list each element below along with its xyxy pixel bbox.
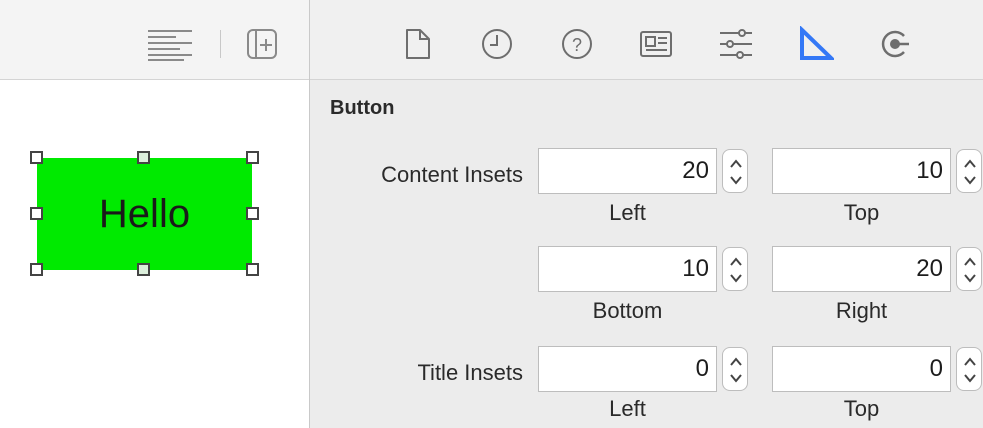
content-inset-top-field[interactable]: 10 — [772, 148, 951, 194]
content-inset-right-caption: Right — [835, 298, 888, 323]
canvas-hello-button[interactable]: Hello — [37, 158, 252, 270]
stepper-arrows-icon — [730, 159, 742, 185]
resize-handle-bottom[interactable] — [137, 263, 150, 276]
content-inset-top-stepper[interactable] — [956, 149, 982, 193]
history-inspector-icon[interactable] — [480, 27, 514, 61]
stepper-arrows-icon — [730, 257, 742, 283]
title-insets-label: Title Insets — [417, 360, 523, 385]
attributes-inspector-icon[interactable] — [718, 27, 754, 61]
content-inset-bottom-stepper[interactable] — [722, 247, 748, 291]
add-editor-icon[interactable] — [246, 28, 278, 60]
stepper-arrows-icon — [730, 357, 742, 383]
inspector-tab-bar: ? — [310, 0, 983, 80]
content-inset-bottom-caption: Bottom — [592, 298, 663, 323]
title-inset-top-stepper[interactable] — [956, 347, 982, 391]
title-inset-top-caption: Top — [843, 396, 880, 421]
svg-text:?: ? — [572, 35, 582, 55]
quick-help-icon[interactable]: ? — [560, 27, 594, 61]
size-inspector-icon[interactable] — [798, 26, 834, 62]
content-inset-left-caption: Left — [609, 200, 646, 225]
resize-handle-top[interactable] — [137, 151, 150, 164]
toolbar-separator — [220, 30, 221, 58]
resize-handle-bottom-left[interactable] — [30, 263, 43, 276]
content-inset-left-field[interactable]: 20 — [538, 148, 717, 194]
content-inset-top-caption: Top — [843, 200, 880, 225]
canvas-button-label: Hello — [98, 192, 191, 236]
title-inset-left-field[interactable]: 0 — [538, 346, 717, 392]
file-inspector-icon[interactable] — [403, 27, 433, 61]
title-inset-left-caption: Left — [609, 396, 646, 421]
stepper-arrows-icon — [964, 257, 976, 283]
content-inset-left-stepper[interactable] — [722, 149, 748, 193]
section-title: Button — [330, 97, 395, 119]
content-inset-right-stepper[interactable] — [956, 247, 982, 291]
editor-toolbar — [0, 0, 309, 80]
align-lines-icon[interactable] — [146, 28, 194, 62]
resize-handle-top-left[interactable] — [30, 151, 43, 164]
resize-handle-left[interactable] — [30, 207, 43, 220]
canvas-pane: Hello — [0, 0, 309, 428]
stepper-arrows-icon — [964, 357, 976, 383]
content-inset-right-field[interactable]: 20 — [772, 246, 951, 292]
stepper-arrows-icon — [964, 159, 976, 185]
resize-handle-bottom-right[interactable] — [246, 263, 259, 276]
connections-inspector-icon[interactable] — [878, 27, 912, 61]
identity-inspector-icon[interactable] — [639, 30, 673, 58]
resize-handle-top-right[interactable] — [246, 151, 259, 164]
content-inset-bottom-field[interactable]: 10 — [538, 246, 717, 292]
content-insets-label: Content Insets — [381, 162, 523, 187]
title-inset-top-field[interactable]: 0 — [772, 346, 951, 392]
resize-handle-right[interactable] — [246, 207, 259, 220]
title-inset-left-stepper[interactable] — [722, 347, 748, 391]
